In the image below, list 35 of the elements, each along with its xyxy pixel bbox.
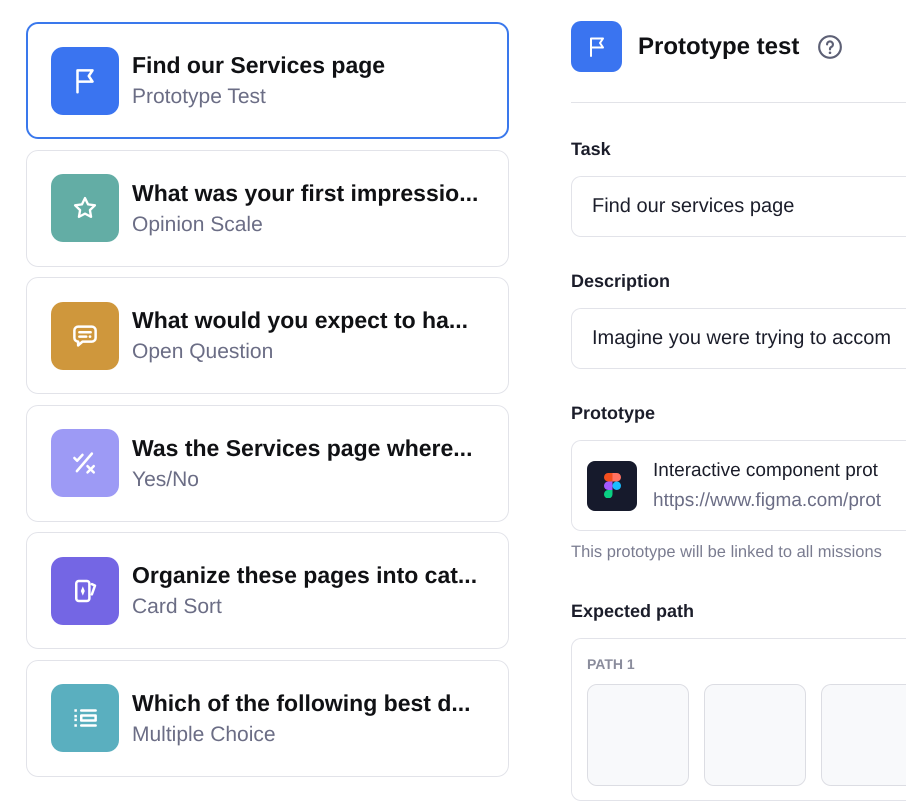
helper-text: This prototype will be linked to all missions xyxy=(571,542,882,562)
logo-icon xyxy=(587,460,637,510)
question-title: Organize these pages into cat... xyxy=(132,561,478,590)
question-title: What would you expect to ha... xyxy=(132,306,468,334)
step-slot[interactable] xyxy=(587,684,689,786)
question-type: Multiple Choice xyxy=(132,722,277,748)
question-card[interactable]: Was the Services page where... Yes/No xyxy=(26,404,509,522)
field-label: Description xyxy=(571,270,670,292)
question-type: Opinion Scale xyxy=(132,212,264,238)
question-type: Yes/No xyxy=(132,466,200,493)
question-type: Card Sort xyxy=(132,594,223,620)
question-card[interactable]: Find our Services page Prototype Test xyxy=(26,22,509,139)
field-label: Expected path xyxy=(571,600,694,622)
task-field[interactable]: Find our services page xyxy=(571,176,906,237)
editor-title: Prototype test xyxy=(638,32,800,60)
prototype-url: https://www.figma.com/prot xyxy=(653,488,882,512)
question-card[interactable]: What would you expect to ha... Open Question xyxy=(26,277,509,394)
step-slot[interactable] xyxy=(821,684,906,786)
question-card[interactable]: What was your first impressio... Opinion Scale xyxy=(26,150,509,267)
field-label: Prototype xyxy=(571,402,656,424)
prototype-card[interactable]: Interactive component prot https://www.figma.com/prot xyxy=(571,440,906,531)
field-label: Task xyxy=(571,138,611,160)
question-card[interactable]: Organize these pages into cat... Card Sort xyxy=(26,532,509,650)
help-icon[interactable] xyxy=(817,34,844,60)
question-type: Open Question xyxy=(132,339,274,366)
prototype-name: Interactive component prot xyxy=(653,458,879,482)
question-type: Prototype Test xyxy=(132,84,267,110)
question-title: Which of the following best d... xyxy=(132,688,471,717)
description-field[interactable]: Imagine you were trying to accom xyxy=(571,308,906,369)
question-card[interactable]: Which of the following best d... Multiple Choice xyxy=(26,660,509,777)
step-slot[interactable] xyxy=(704,684,806,786)
question-title: Find our Services page xyxy=(132,51,386,79)
question-title: Was the Services page where... xyxy=(132,434,472,462)
path-label: PATH 1 xyxy=(587,655,635,673)
question-title: What was your first impressio... xyxy=(132,178,478,207)
